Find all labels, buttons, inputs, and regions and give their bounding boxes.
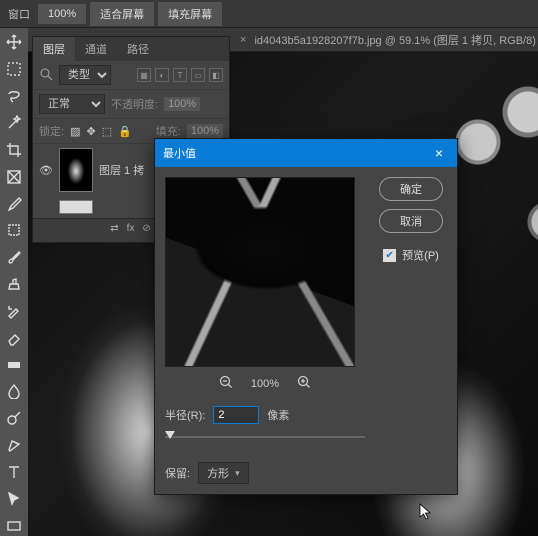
document-title[interactable]: id4043b5a1928207f7b.jpg @ 59.1% (图层 1 拷贝… [254,32,535,48]
tab-channels[interactable]: 通道 [75,37,117,61]
radius-input[interactable] [213,406,259,424]
filter-icons: ▦ ◐ T ▭ ◧ [137,68,223,82]
preview-checkbox-row[interactable]: ✔ 预览(P) [383,247,439,263]
blend-row: 正常 不透明度: 100% [33,90,229,119]
opacity-label: 不透明度: [111,96,158,112]
slider-knob[interactable] [165,431,175,439]
lock-all-icon[interactable]: 🔒 [118,125,132,138]
preview-checkbox[interactable]: ✔ [383,249,396,262]
frame-tool-icon[interactable] [3,166,25,187]
eraser-tool-icon[interactable] [3,327,25,348]
fx-icon[interactable]: fx [127,223,135,238]
history-brush-tool-icon[interactable] [3,300,25,321]
lock-pixels-icon[interactable]: ▨ [70,125,80,138]
tab-layers[interactable]: 图层 [33,37,75,61]
zoom-100-button[interactable]: 100% [38,4,86,24]
minimum-filter-dialog: 最小值 × 100% 半径(R): 像素 保留: 方形 [154,138,458,495]
radius-slider[interactable] [165,430,365,444]
filter-shape-icon[interactable]: ▭ [191,68,205,82]
blend-mode-select[interactable]: 正常 [39,94,105,114]
panel-tabs: 图层 通道 路径 [33,37,229,61]
lock-artboard-icon[interactable]: ⬚ [102,125,112,138]
clone-stamp-tool-icon[interactable] [3,274,25,295]
marquee-tool-icon[interactable] [3,59,25,80]
filter-type-icon[interactable]: T [173,68,187,82]
move-tool-icon[interactable] [3,32,25,53]
slider-track [165,436,365,438]
preview-checkbox-label: 预览(P) [402,247,439,263]
filter-preview[interactable] [165,177,355,367]
menu-window-partial[interactable]: 窗口 [4,6,34,22]
rectangle-tool-icon[interactable] [3,515,25,536]
link-layers-icon[interactable]: ⇄ [110,223,118,238]
layer-thumbnail[interactable] [59,200,93,214]
dodge-tool-icon[interactable] [3,408,25,429]
preserve-row: 保留: 方形 ▾ [165,462,365,484]
tools-panel [0,28,28,536]
cancel-button[interactable]: 取消 [379,209,443,233]
brush-tool-icon[interactable] [3,247,25,268]
blur-tool-icon[interactable] [3,381,25,402]
crop-tool-icon[interactable] [3,139,25,160]
preview-zoom-value: 100% [251,378,279,390]
gradient-tool-icon[interactable] [3,354,25,375]
fit-screen-button[interactable]: 适合屏幕 [90,2,154,26]
zoom-out-icon[interactable] [219,375,233,392]
dialog-title: 最小值 [163,145,429,161]
close-icon[interactable]: × [429,145,449,161]
radius-unit: 像素 [267,407,289,423]
tab-paths[interactable]: 路径 [117,37,159,61]
layer-filter-row: 类型 ▦ ◐ T ▭ ◧ [33,61,229,90]
top-options-bar: 窗口 100% 适合屏幕 填充屏幕 [0,0,538,28]
radius-label: 半径(R): [165,407,205,423]
dialog-titlebar[interactable]: 最小值 × [155,139,457,167]
lock-position-icon[interactable]: ✥ [86,125,95,138]
visibility-icon[interactable]: 👁 [39,164,53,177]
layer-thumbnail[interactable] [59,148,93,192]
path-selection-tool-icon[interactable] [3,488,25,509]
preserve-select[interactable]: 方形 ▾ [198,462,249,484]
close-tab-icon[interactable]: × [240,34,246,46]
preserve-label: 保留: [165,465,190,481]
filter-smart-icon[interactable]: ◧ [209,68,223,82]
filter-pixel-icon[interactable]: ▦ [137,68,151,82]
mask-icon[interactable]: ⊘ [142,223,150,238]
fill-screen-button[interactable]: 填充屏幕 [158,2,222,26]
healing-brush-tool-icon[interactable] [3,220,25,241]
filter-adjust-icon[interactable]: ◐ [155,68,169,82]
pen-tool-icon[interactable] [3,435,25,456]
eyedropper-tool-icon[interactable] [3,193,25,214]
magic-wand-tool-icon[interactable] [3,113,25,134]
search-icon[interactable] [39,67,53,84]
preview-zoom-row: 100% [165,375,365,392]
chevron-down-icon: ▾ [235,468,240,479]
layer-name[interactable]: 图层 1 拷 [99,162,144,178]
zoom-in-icon[interactable] [297,375,311,392]
lock-label: 锁定: [39,123,64,139]
lasso-tool-icon[interactable] [3,86,25,107]
preserve-value: 方形 [207,465,229,481]
layer-kind-select[interactable]: 类型 [59,65,111,85]
ok-button[interactable]: 确定 [379,177,443,201]
opacity-value[interactable]: 100% [164,97,200,111]
fill-label: 填充: [156,123,181,139]
radius-row: 半径(R): 像素 [165,406,365,424]
type-tool-icon[interactable] [3,462,25,483]
fill-value[interactable]: 100% [187,124,223,138]
